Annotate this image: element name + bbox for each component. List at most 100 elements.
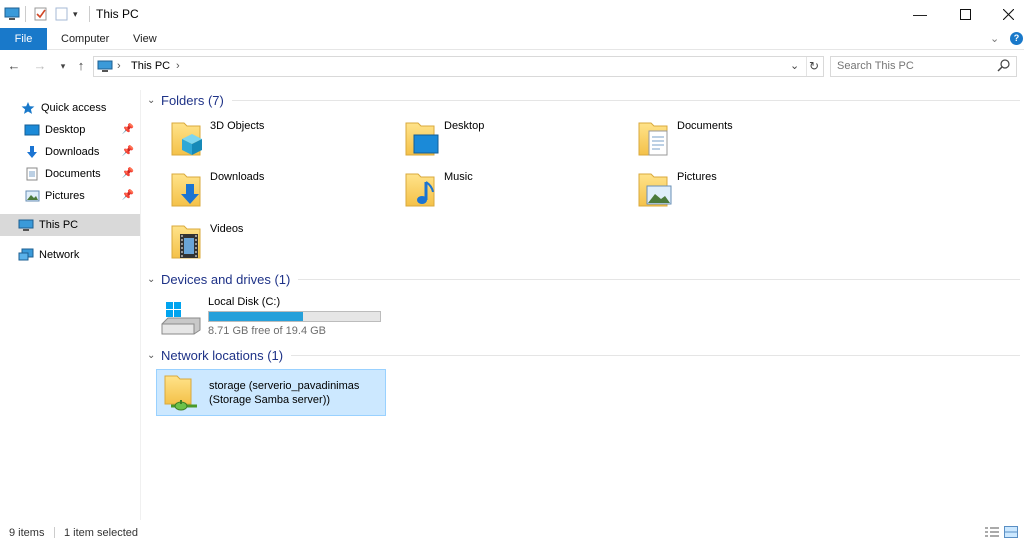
folder-label: Music	[444, 171, 473, 183]
folder-pictures[interactable]: Pictures	[625, 166, 855, 214]
large-icons-view-icon[interactable]	[1004, 526, 1018, 541]
title-separator	[89, 6, 90, 22]
group-header-folders[interactable]: ⌄ Folders (7)	[147, 91, 1020, 109]
status-item-count: 9 items	[9, 527, 45, 539]
pictures-folder-icon	[638, 173, 672, 207]
forward-arrow-icon[interactable]: →	[32, 58, 48, 74]
recent-locations-icon[interactable]: ▾	[55, 58, 71, 74]
sidebar-label-pictures: Pictures	[45, 190, 85, 202]
group-divider	[291, 354, 1020, 356]
pictures-icon	[24, 189, 40, 203]
search-icon[interactable]	[997, 59, 1010, 75]
videos-folder-icon	[171, 225, 201, 259]
group-header-devices[interactable]: ⌄ Devices and drives (1)	[147, 270, 1020, 288]
folder-desktop[interactable]: Desktop	[392, 115, 622, 163]
desktop-folder-icon	[405, 122, 439, 156]
pin-icon[interactable]: 📌	[122, 168, 134, 179]
drive-name: Local Disk (C:)	[208, 296, 281, 308]
tab-computer[interactable]: Computer	[49, 28, 121, 50]
music-folder-icon	[405, 173, 435, 207]
folder-label: Videos	[210, 223, 244, 235]
close-button[interactable]	[985, 0, 1024, 28]
breadcrumb-separator[interactable]: ›	[176, 60, 180, 72]
status-divider	[54, 527, 55, 538]
tab-view[interactable]: View	[121, 28, 169, 50]
sidebar-label-desktop: Desktop	[45, 124, 86, 136]
network-location-label: storage (serverio_pavadinimas (Storage S…	[209, 379, 384, 407]
sidebar-label-quick-access: Quick access	[41, 102, 107, 114]
pin-icon[interactable]: 📌	[122, 190, 134, 201]
folder-label: Desktop	[444, 120, 485, 132]
drive-usage-bar	[208, 311, 381, 322]
group-header-network-locations[interactable]: ⌄ Network locations (1)	[147, 346, 1020, 364]
new-folder-icon[interactable]	[55, 6, 68, 22]
documents-icon	[24, 167, 40, 181]
customize-toolbar-icon[interactable]: ▾	[73, 6, 78, 22]
properties-icon[interactable]	[34, 6, 48, 22]
window-title: This PC	[96, 7, 139, 21]
address-dropdown-icon[interactable]: ⌄	[790, 59, 799, 72]
breadcrumb-separator: ›	[117, 60, 121, 72]
desktop-icon	[24, 123, 40, 137]
folder-documents[interactable]: Documents	[625, 115, 855, 163]
sidebar-item-documents[interactable]: Documents 📌	[0, 163, 140, 185]
sidebar-item-quick-access[interactable]: Quick access	[0, 97, 140, 119]
status-selection: 1 item selected	[64, 527, 138, 539]
details-view-icon[interactable]	[985, 527, 999, 541]
download-arrow-icon	[24, 145, 40, 159]
sidebar-item-desktop[interactable]: Desktop 📌	[0, 119, 140, 141]
sidebar-item-this-pc[interactable]: This PC	[0, 214, 140, 236]
3d-objects-folder-icon	[171, 122, 202, 156]
title-bar: ▾ This PC —	[0, 0, 1024, 28]
group-title-network-locations: Network locations (1)	[161, 347, 284, 363]
help-icon[interactable]: ?	[1010, 32, 1023, 45]
back-arrow-icon[interactable]: ←	[6, 58, 22, 74]
search-box[interactable]	[830, 56, 1017, 77]
this-pc-icon	[97, 60, 113, 76]
address-bar[interactable]: › This PC › ⌄ ↻	[93, 56, 824, 77]
sidebar-item-pictures[interactable]: Pictures 📌	[0, 185, 140, 207]
expand-ribbon-icon[interactable]: ⌄	[990, 32, 999, 45]
this-pc-icon	[18, 218, 34, 232]
title-separator	[25, 6, 26, 22]
network-location-name: storage (serverio_pavadinimas	[209, 380, 360, 392]
tab-file[interactable]: File	[0, 28, 47, 50]
folder-label: 3D Objects	[210, 120, 265, 132]
network-icon	[18, 248, 34, 262]
pin-icon[interactable]: 📌	[122, 124, 134, 135]
minimize-button[interactable]: —	[897, 0, 943, 28]
group-title-folders: Folders (7)	[161, 92, 224, 108]
maximize-button[interactable]	[942, 0, 988, 28]
breadcrumb-this-pc[interactable]: This PC	[131, 60, 170, 72]
downloads-folder-icon	[171, 173, 201, 207]
collapse-chevron-icon[interactable]: ⌄	[147, 350, 161, 361]
sidebar-label-network: Network	[39, 249, 80, 261]
collapse-chevron-icon[interactable]: ⌄	[147, 274, 161, 285]
navigation-row: ← → ▾ ↑ › This PC › ⌄ ↻	[0, 52, 1024, 80]
up-arrow-icon[interactable]: ↑	[73, 58, 89, 74]
folder-3d-objects[interactable]: 3D Objects	[158, 115, 388, 163]
hard-drive-icon	[161, 302, 201, 335]
drive-usage-fill	[209, 312, 304, 321]
search-input[interactable]	[837, 60, 987, 72]
sidebar-label-downloads: Downloads	[45, 146, 100, 158]
folder-downloads[interactable]: Downloads	[158, 166, 388, 214]
group-title-devices: Devices and drives (1)	[161, 271, 291, 287]
collapse-chevron-icon[interactable]: ⌄	[147, 95, 161, 106]
sidebar-item-network[interactable]: Network	[0, 244, 140, 266]
network-location-storage[interactable]: storage (serverio_pavadinimas (Storage S…	[156, 369, 386, 416]
ribbon-tabs: File Computer View ⌄ ?	[0, 28, 1024, 50]
pin-icon[interactable]: 📌	[122, 146, 134, 157]
sidebar-label-this-pc: This PC	[39, 219, 79, 231]
folder-label: Pictures	[677, 171, 717, 183]
drive-local-disk-c[interactable]: Local Disk (C:) 8.71 GB free of 19.4 GB	[156, 292, 386, 344]
drive-free-space: 8.71 GB free of 19.4 GB	[208, 325, 327, 337]
address-divider	[806, 57, 807, 76]
folder-videos[interactable]: Videos	[158, 218, 388, 266]
refresh-icon[interactable]: ↻	[809, 59, 819, 73]
folder-label: Documents	[677, 120, 733, 132]
sidebar-item-downloads[interactable]: Downloads 📌	[0, 141, 140, 163]
star-icon	[20, 101, 36, 115]
folder-music[interactable]: Music	[392, 166, 622, 214]
folder-label: Downloads	[210, 171, 265, 183]
